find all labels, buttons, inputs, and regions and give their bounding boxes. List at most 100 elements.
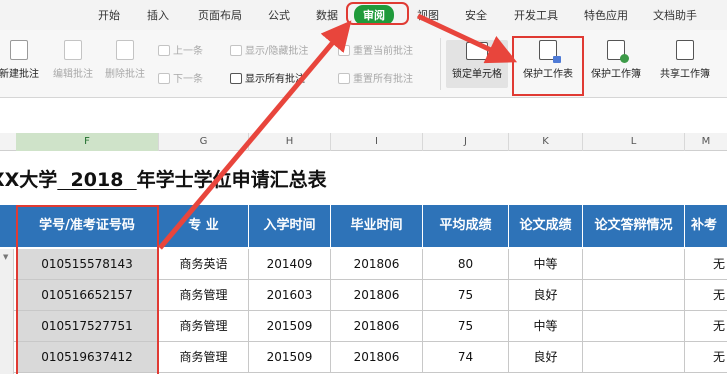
cell-average-score[interactable]: 74 xyxy=(423,342,509,372)
tab-insert[interactable]: 插入 xyxy=(147,7,169,23)
protect-workbook-icon xyxy=(607,40,629,63)
new-comment-label: 新建批注 xyxy=(0,69,39,80)
reset-all-comments-button[interactable]: 重置所有批注 xyxy=(338,70,413,85)
header-grad-date[interactable]: 毕业时间 xyxy=(331,205,423,247)
cell-grad-date[interactable]: 201806 xyxy=(331,311,423,341)
share-workbook-button[interactable]: 共享工作簿 xyxy=(652,40,718,80)
delete-comment-button[interactable]: 删除批注 xyxy=(102,40,148,80)
protect-sheet-callout xyxy=(512,36,584,96)
cell-enroll-date[interactable]: 201409 xyxy=(249,249,331,279)
column-header-g[interactable]: G xyxy=(159,133,249,151)
lock-cell-label: 锁定单元格 xyxy=(452,69,502,80)
reset-current-comment-button[interactable]: 重置当前批注 xyxy=(338,42,413,57)
cell-major[interactable]: 商务英语 xyxy=(159,249,249,279)
cell-major[interactable]: 商务管理 xyxy=(159,280,249,310)
tab-data[interactable]: 数据 xyxy=(316,7,338,23)
cell-grad-date[interactable]: 201806 xyxy=(331,342,423,372)
cell-grad-date[interactable]: 201806 xyxy=(331,280,423,310)
reset-current-icon xyxy=(338,45,350,56)
next-comment-button[interactable]: 下一条 xyxy=(158,70,203,85)
show-hide-comment-icon xyxy=(230,45,242,56)
cell-makeup-exam[interactable]: 无 xyxy=(685,311,727,341)
lock-cell-icon xyxy=(466,42,488,60)
ribbon-tab-bar: 开始 插入 页面布局 公式 数据 审阅 视图 安全 开发工具 特色应用 文档助手 xyxy=(0,0,727,30)
delete-comment-label: 删除批注 xyxy=(105,69,145,80)
cell-defense-status[interactable] xyxy=(583,342,685,372)
cell-average-score[interactable]: 75 xyxy=(423,280,509,310)
prev-comment-label: 上一条 xyxy=(173,46,203,57)
header-makeup-exam[interactable]: 补考 xyxy=(685,205,727,247)
row-header-strip xyxy=(0,249,14,374)
prev-comment-button[interactable]: 上一条 xyxy=(158,42,203,57)
cell-thesis-score[interactable]: 中等 xyxy=(509,311,583,341)
cell-thesis-score[interactable]: 中等 xyxy=(509,249,583,279)
next-comment-label: 下一条 xyxy=(173,74,203,85)
column-header-i[interactable]: I xyxy=(331,133,423,151)
next-comment-icon xyxy=(158,73,170,84)
cell-enroll-date[interactable]: 201509 xyxy=(249,311,331,341)
lock-cell-button[interactable]: 锁定单元格 xyxy=(446,40,508,88)
ribbon-toolbar: 新建批注 编辑批注 删除批注 上一条 下一条 显示/隐藏批注 显示所有批注 重置… xyxy=(0,30,727,98)
toolbar-divider xyxy=(440,38,441,90)
tab-view[interactable]: 视图 xyxy=(417,7,439,23)
sheet-title: XX大学 2018 年学士学位申请汇总表 xyxy=(0,165,327,192)
show-all-comments-label: 显示所有批注 xyxy=(245,74,305,85)
show-all-comments-icon xyxy=(230,73,242,84)
tab-security[interactable]: 安全 xyxy=(465,7,487,23)
header-thesis-score[interactable]: 论文成绩 xyxy=(509,205,583,247)
column-header-j[interactable]: J xyxy=(423,133,509,151)
edit-comment-button[interactable]: 编辑批注 xyxy=(50,40,96,80)
column-header-bar: F G H I J K L M xyxy=(0,133,727,151)
cell-average-score[interactable]: 75 xyxy=(423,311,509,341)
edit-comment-icon xyxy=(64,40,82,60)
show-all-comments-button[interactable]: 显示所有批注 xyxy=(230,70,305,85)
cell-average-score[interactable]: 80 xyxy=(423,249,509,279)
tab-developer[interactable]: 开发工具 xyxy=(514,7,558,23)
spreadsheet-window: 开始 插入 页面布局 公式 数据 审阅 视图 安全 开发工具 特色应用 文档助手… xyxy=(0,0,727,374)
cell-major[interactable]: 商务管理 xyxy=(159,342,249,372)
cell-makeup-exam[interactable]: 无 xyxy=(685,249,727,279)
share-workbook-icon xyxy=(676,40,694,60)
sheet-title-suffix: 年学士学位申请汇总表 xyxy=(136,169,327,191)
review-tab-callout xyxy=(346,2,409,25)
cell-defense-status[interactable] xyxy=(583,280,685,310)
show-hide-comment-button[interactable]: 显示/隐藏批注 xyxy=(230,42,308,57)
column-header-f[interactable]: F xyxy=(16,133,159,151)
cell-grad-date[interactable]: 201806 xyxy=(331,249,423,279)
tab-doc-assistant[interactable]: 文档助手 xyxy=(653,7,697,23)
column-header-l[interactable]: L xyxy=(583,133,685,151)
reset-all-icon xyxy=(338,73,350,84)
header-average-score[interactable]: 平均成绩 xyxy=(423,205,509,247)
cell-major[interactable]: 商务管理 xyxy=(159,311,249,341)
tab-formulas[interactable]: 公式 xyxy=(268,7,290,23)
header-major[interactable]: 专 业 xyxy=(159,205,249,247)
column-header-h[interactable]: H xyxy=(249,133,331,151)
new-comment-button[interactable]: 新建批注 xyxy=(0,40,42,80)
header-defense-status[interactable]: 论文答辩情况 xyxy=(583,205,685,247)
column-header-k[interactable]: K xyxy=(509,133,583,151)
prev-comment-icon xyxy=(158,45,170,56)
edit-comment-label: 编辑批注 xyxy=(53,69,93,80)
tab-special-apps[interactable]: 特色应用 xyxy=(584,7,628,23)
cell-thesis-score[interactable]: 良好 xyxy=(509,280,583,310)
cell-enroll-date[interactable]: 201509 xyxy=(249,342,331,372)
protect-workbook-label: 保护工作簿 xyxy=(591,69,641,80)
column-header-m[interactable]: M xyxy=(685,133,727,151)
cell-defense-status[interactable] xyxy=(583,311,685,341)
protect-workbook-button[interactable]: 保护工作簿 xyxy=(586,40,646,80)
cell-thesis-score[interactable]: 良好 xyxy=(509,342,583,372)
cell-enroll-date[interactable]: 201603 xyxy=(249,280,331,310)
show-hide-comment-label: 显示/隐藏批注 xyxy=(245,46,309,57)
cell-makeup-exam[interactable]: 无 xyxy=(685,342,727,372)
selected-column-callout xyxy=(16,205,159,374)
reset-all-label: 重置所有批注 xyxy=(353,74,413,85)
cell-defense-status[interactable] xyxy=(583,249,685,279)
sheet-title-school: XX大学 xyxy=(0,169,58,191)
cell-makeup-exam[interactable]: 无 xyxy=(685,280,727,310)
filter-dropdown-icon[interactable]: ▼ xyxy=(3,253,8,261)
header-enroll-date[interactable]: 入学时间 xyxy=(249,205,331,247)
sheet-title-year: 2018 xyxy=(70,169,124,191)
tab-page-layout[interactable]: 页面布局 xyxy=(198,7,242,23)
tab-home[interactable]: 开始 xyxy=(98,7,120,23)
new-comment-icon xyxy=(10,40,28,60)
